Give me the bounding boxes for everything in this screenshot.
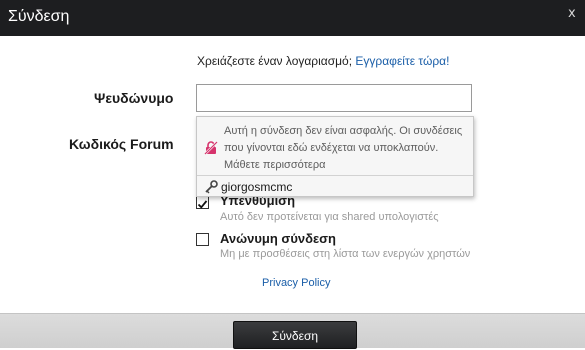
close-icon[interactable]: x <box>568 6 576 21</box>
login-button[interactable]: Σύνδεση <box>233 321 357 349</box>
checkmark-icon <box>197 200 208 209</box>
anonymous-hint: Μη με προσθέσεις στη λίστα των ενεργών χ… <box>220 248 471 260</box>
autofill-divider <box>197 175 473 176</box>
autofill-popup: Αυτή η σύνδεση δεν είναι ασφαλής. Οι συν… <box>196 116 474 197</box>
dialog-title: Σύνδεση <box>8 8 70 25</box>
key-icon <box>205 180 218 194</box>
register-link[interactable]: Εγγραφείτε τώρα! <box>355 54 449 68</box>
insecure-warning-text[interactable]: Αυτή η σύνδεση δεν είναι ασφαλής. Οι συν… <box>224 123 464 174</box>
register-prompt: Χρειάζεστε έναν λογαριασμό; Εγγραφείτε τ… <box>197 54 449 68</box>
anonymous-checkbox[interactable] <box>196 233 209 246</box>
saved-login-item[interactable]: giorgosmcmc <box>221 180 292 194</box>
password-label: Κωδικός Forum <box>69 136 174 152</box>
username-label: Ψευδώνυμο <box>94 90 174 106</box>
register-prompt-text: Χρειάζεστε έναν λογαριασμό; <box>197 54 353 68</box>
privacy-policy-link[interactable]: Privacy Policy <box>262 277 330 289</box>
remember-checkbox[interactable] <box>196 196 209 209</box>
dialog-titlebar: Σύνδεση x <box>0 0 585 36</box>
anonymous-label: Ανώνυμη σύνδεση <box>220 231 336 246</box>
username-input[interactable] <box>196 84 472 112</box>
insecure-lock-icon <box>204 141 218 155</box>
remember-hint: Αυτό δεν προτείνεται για shared υπολογισ… <box>220 211 439 223</box>
